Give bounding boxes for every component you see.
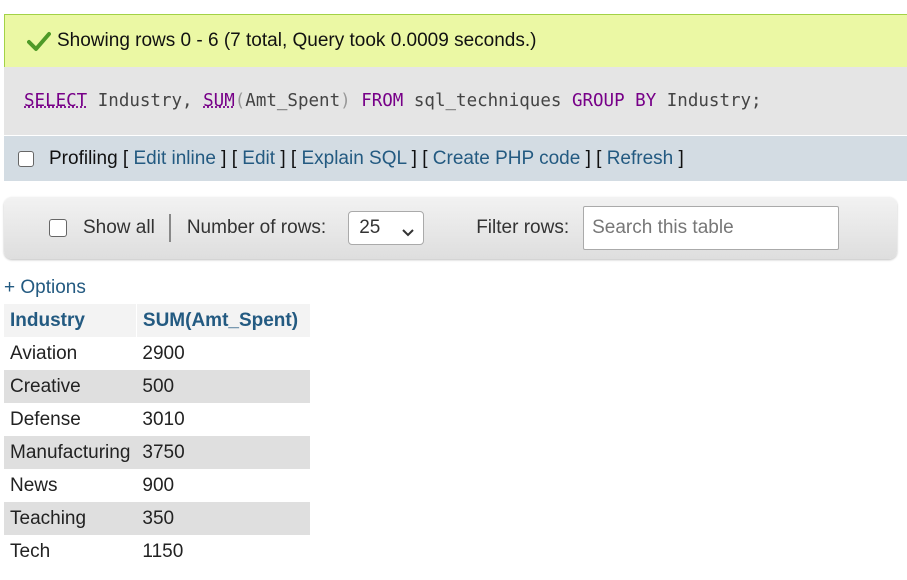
cell-sum: 500 [136,370,311,403]
cell-sum: 3010 [136,403,311,436]
sql-arg: Amt_Spent [245,91,341,111]
checkmark-icon [27,30,51,52]
cell-industry: Aviation [4,337,137,370]
refresh-link[interactable]: Refresh [607,148,674,169]
table-row: Aviation 2900 [4,337,311,370]
sql-columns: Industry, [87,91,204,111]
table-row: News 900 [4,469,311,502]
sql-tail: Industry; [656,91,762,111]
table-row: Defense 3010 [4,403,311,436]
success-message: Showing rows 0 - 6 (7 total, Query took … [4,14,907,67]
chevron-down-icon [401,222,415,237]
table-row: Teaching 350 [4,502,311,535]
show-all-checkbox[interactable] [49,219,67,237]
profiling-checkbox[interactable] [18,150,34,167]
filter-search-input[interactable]: Search this table [583,206,840,250]
success-text: Showing rows 0 - 6 (7 total, Query took … [57,30,537,51]
table-row: Tech 1150 [4,535,311,568]
sql-keyword-select: SELECT [24,91,88,111]
table-row: Creative 500 [4,370,311,403]
edit-link[interactable]: Edit [242,148,275,169]
sql-table: sql_techniques [403,91,572,111]
cell-industry: Manufacturing [4,436,137,469]
options-link[interactable]: + Options [4,277,86,299]
explain-sql-link[interactable]: Explain SQL [301,148,406,169]
sql-paren-open: ( [234,91,246,111]
cell-industry: Creative [4,370,137,403]
divider [168,214,171,242]
sql-paren-close: ) [340,91,351,111]
rows-per-page-select[interactable]: 25 [348,211,425,245]
filter-rows-label: Filter rows: [476,217,570,238]
cell-industry: News [4,469,137,502]
profiling-bar: Profiling [ Edit inline ] [ Edit ] [ Exp… [4,136,907,181]
cell-sum: 350 [136,502,311,535]
column-header-industry[interactable]: Industry [4,304,137,337]
cell-industry: Tech [4,535,137,568]
table-header-row: Industry SUM(Amt_Spent) [4,304,311,337]
column-header-sum[interactable]: SUM(Amt_Spent) [136,304,311,337]
results-table: Industry SUM(Amt_Spent) Aviation 2900 Cr… [4,304,311,568]
sql-space [351,91,362,111]
create-php-code-link[interactable]: Create PHP code [433,148,581,169]
rows-per-page-value: 25 [359,217,381,238]
cell-sum: 900 [136,469,311,502]
search-placeholder: Search this table [592,217,734,238]
sql-keyword-groupby: GROUP BY [571,91,657,111]
cell-industry: Teaching [4,502,137,535]
profiling-links: [ Edit inline ] [ Edit ] [ Explain SQL ]… [117,147,684,169]
show-all-label[interactable]: Show all [83,217,155,239]
sql-function-sum: SUM [203,91,235,111]
sql-keyword-from: FROM [361,91,404,111]
table-row: Manufacturing 3750 [4,436,311,469]
cell-industry: Defense [4,403,137,436]
profiling-label: Profiling [49,147,118,169]
cell-sum: 2900 [136,337,311,370]
table-navigation: Show all Number of rows: 25 Filter rows:… [4,197,897,259]
edit-inline-link[interactable]: Edit inline [134,148,216,169]
sql-query[interactable]: SELECT Industry, SUM(Amt_Spent) FROM sql… [4,67,907,135]
rows-label: Number of rows: [186,217,327,238]
cell-sum: 1150 [136,535,311,568]
cell-sum: 3750 [136,436,311,469]
